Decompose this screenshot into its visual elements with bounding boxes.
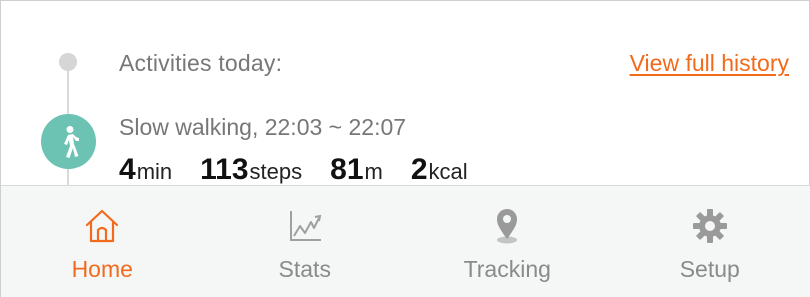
stat-duration: 4 min xyxy=(119,153,172,187)
stat-value: 4 xyxy=(119,153,136,186)
stat-unit: min xyxy=(136,159,173,184)
stat-distance: 81 m xyxy=(330,153,383,187)
stat-steps: 113 steps xyxy=(200,153,302,187)
chart-icon xyxy=(289,211,322,241)
timeline-start-dot xyxy=(59,53,77,71)
bottom-navigation: Home Stats Tracking Setup xyxy=(1,185,810,297)
nav-item-tracking[interactable]: Tracking xyxy=(406,186,609,297)
stat-value: 2 xyxy=(410,153,428,186)
stat-value: 113 xyxy=(200,153,249,186)
nav-label-setup: Setup xyxy=(679,256,740,282)
location-pin-icon xyxy=(497,209,518,244)
gear-icon xyxy=(692,209,727,243)
nav-item-home[interactable]: Home xyxy=(1,186,204,297)
nav-label-tracking: Tracking xyxy=(463,256,551,282)
app-frame: Activities today: View full history Slow… xyxy=(0,0,810,297)
nav-label-stats: Stats xyxy=(278,256,331,282)
activity-stats: 4 min 113 steps 81 m 2 kcal xyxy=(119,153,496,187)
stat-unit: m xyxy=(364,159,383,184)
stat-unit: steps xyxy=(249,159,303,184)
nav-item-stats[interactable]: Stats xyxy=(204,186,407,297)
stat-calories: 2 kcal xyxy=(411,153,468,187)
stat-value: 81 xyxy=(330,153,364,186)
home-icon xyxy=(86,209,119,243)
view-full-history-link[interactable]: View full history xyxy=(630,50,789,77)
activities-today-label: Activities today: xyxy=(119,50,283,76)
walking-person-icon xyxy=(41,114,96,169)
nav-label-home: Home xyxy=(71,256,133,282)
activity-title: Slow walking, 22:03 ~ 22:07 xyxy=(119,114,407,140)
nav-item-setup[interactable]: Setup xyxy=(609,186,810,297)
stat-unit: kcal xyxy=(428,159,468,184)
